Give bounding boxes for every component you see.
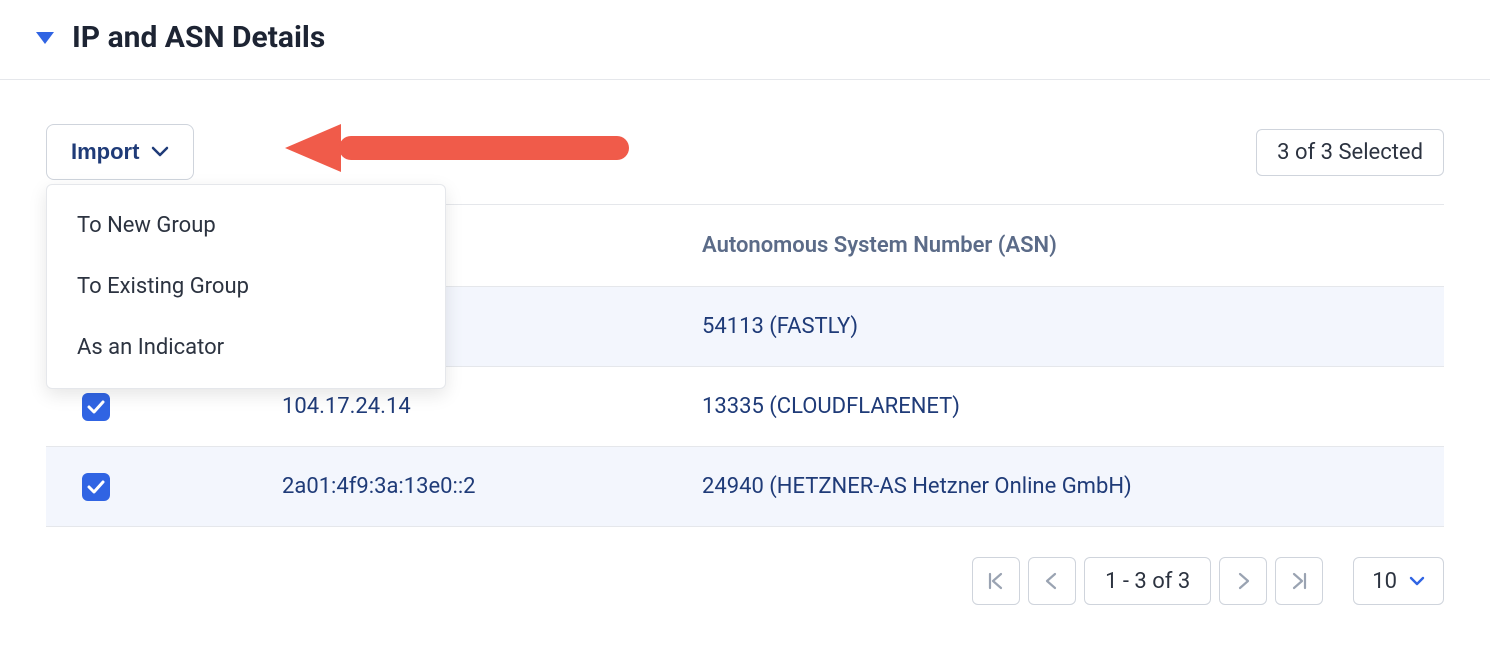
selection-count-badge: 3 of 3 Selected [1256, 129, 1444, 176]
import-dropdown: To New Group To Existing Group As an Ind… [46, 184, 446, 389]
dropdown-item-existing-group[interactable]: To Existing Group [47, 256, 445, 317]
import-button[interactable]: Import [46, 124, 194, 180]
dropdown-item-as-indicator[interactable]: As an Indicator [47, 317, 445, 378]
dropdown-item-new-group[interactable]: To New Group [47, 195, 445, 256]
cell-asn: 24940 (HETZNER-AS Hetzner Online GmbH) [666, 474, 1444, 499]
row-checkbox[interactable] [82, 393, 110, 421]
section-title: IP and ASN Details [72, 20, 325, 55]
collapse-caret-icon[interactable] [36, 32, 54, 44]
cell-asn: 54113 (FASTLY) [666, 314, 1444, 339]
header-asn: Autonomous System Number (ASN) [666, 233, 1444, 258]
cell-ip: 2a01:4f9:3a:13e0::2 [246, 474, 666, 499]
table-row: 2a01:4f9:3a:13e0::2 24940 (HETZNER-AS He… [46, 447, 1444, 527]
page-last-button[interactable] [1275, 557, 1323, 605]
page-size-value: 10 [1372, 569, 1397, 594]
page-first-button[interactable] [972, 557, 1020, 605]
page-range-label: 1 - 3 of 3 [1084, 557, 1211, 605]
row-checkbox[interactable] [82, 473, 110, 501]
chevron-down-icon [1409, 576, 1425, 586]
pagination: 1 - 3 of 3 10 [46, 527, 1444, 635]
chevron-down-icon [151, 146, 169, 158]
page-prev-button[interactable] [1028, 557, 1076, 605]
cell-ip: 104.17.24.14 [246, 394, 666, 419]
import-button-label: Import [71, 139, 139, 165]
page-next-button[interactable] [1219, 557, 1267, 605]
cell-asn: 13335 (CLOUDFLARENET) [666, 394, 1444, 419]
page-size-select[interactable]: 10 [1353, 557, 1444, 605]
